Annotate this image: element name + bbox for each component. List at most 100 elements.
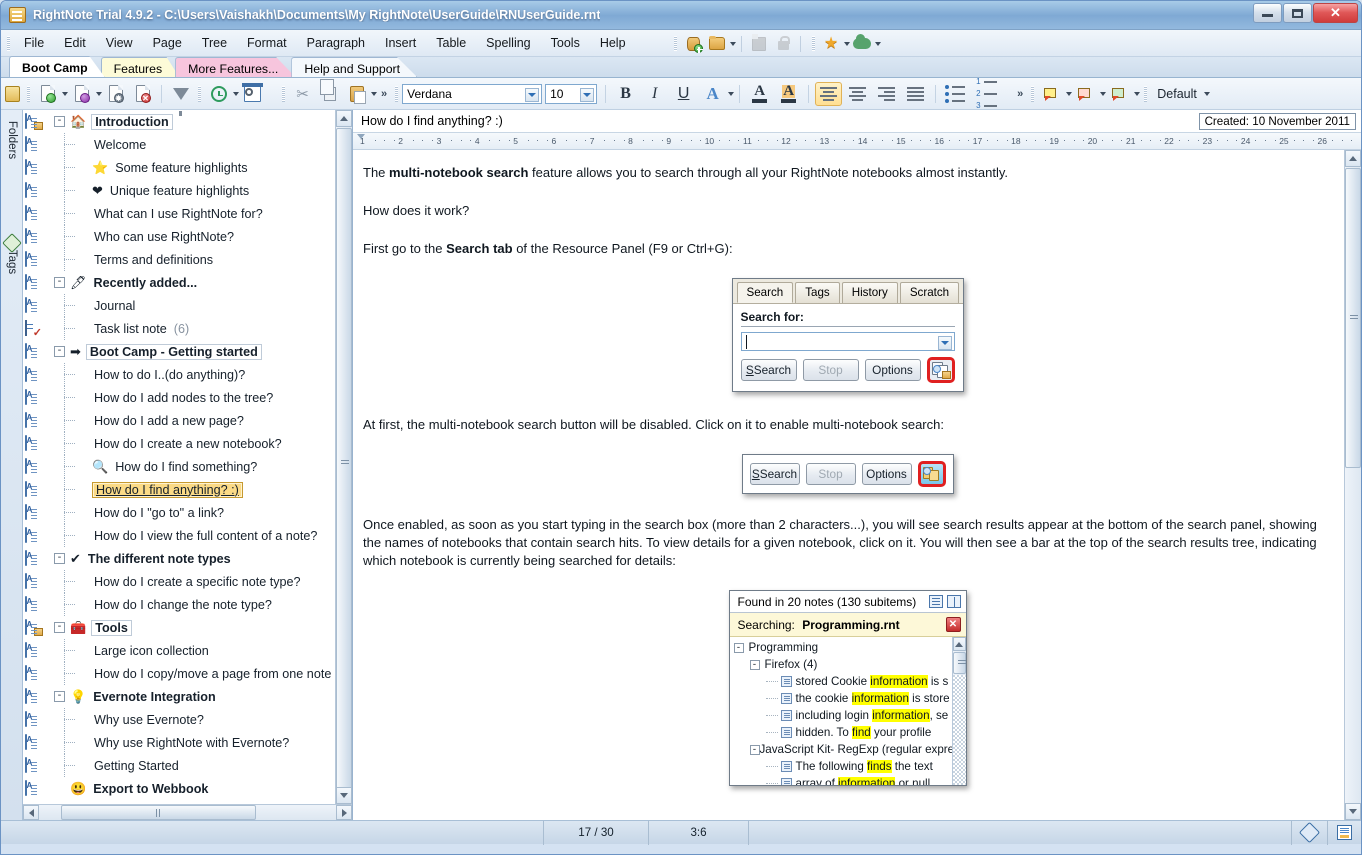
document-scroll-down-button[interactable]	[1345, 803, 1361, 820]
tree-item-6[interactable]: Terms and definitions	[23, 248, 335, 271]
underline-button[interactable]: U	[670, 82, 697, 106]
toolbar-grip-3[interactable]	[282, 85, 285, 102]
tree-item-12[interactable]: How do I add nodes to the tree?	[23, 386, 335, 409]
tree-item-25[interactable]: -💡 Evernote Integration	[23, 685, 335, 708]
search-button[interactable]: S Search	[740, 359, 797, 381]
result-row-7[interactable]: The following finds the text	[730, 758, 952, 775]
document-ruler[interactable]: 1 2 3 4 5 6 7 8 9 10 11 12 13 14 15 16 17 18 19 20 21 22 23 24 2…	[353, 133, 1361, 150]
align-justify-icon[interactable]	[902, 82, 929, 106]
open-notebook-icon[interactable]	[706, 33, 728, 54]
search-input[interactable]	[740, 332, 955, 351]
save-icon[interactable]	[748, 33, 770, 54]
new-note-icon[interactable]	[69, 82, 94, 106]
options-button[interactable]: Options	[864, 359, 921, 381]
tree-expander-icon[interactable]: -	[54, 346, 65, 357]
result-row-3[interactable]: the cookie information is store	[730, 690, 952, 707]
results-tree[interactable]: - Programming - Firefox (4) stored Cookie in…	[729, 637, 966, 785]
toolbar-grip-1[interactable]	[27, 85, 30, 102]
menu-format[interactable]: Format	[237, 32, 297, 54]
tree-item-5[interactable]: Who can use RightNote?	[23, 225, 335, 248]
side-tab-tags[interactable]: Tags	[6, 231, 18, 293]
new-note-dropdown-icon[interactable]	[96, 91, 102, 96]
menu-grip[interactable]	[7, 35, 10, 51]
close-searching-bar-icon[interactable]: ✕	[945, 617, 961, 632]
maximize-button[interactable]	[1283, 3, 1312, 23]
tree-scroll-left-button[interactable]	[23, 805, 39, 820]
new-page-icon[interactable]	[35, 82, 60, 106]
menu-view[interactable]: View	[96, 32, 143, 54]
search-history-dropdown-icon[interactable]	[937, 336, 952, 350]
tree-vertical-scrollbar[interactable]	[335, 110, 352, 804]
numbered-list-icon[interactable]: 1 2 3	[973, 77, 1002, 110]
cut-icon[interactable]: ✂	[290, 82, 315, 106]
copy-icon[interactable]	[317, 82, 342, 106]
tree-item-4[interactable]: What can I use RightNote for?	[23, 202, 335, 225]
align-center-icon[interactable]	[844, 82, 871, 106]
tree-horizontal-scrollbar[interactable]	[23, 804, 352, 820]
highlight-color-icon[interactable]: A	[775, 82, 802, 106]
page-properties-icon[interactable]: ✸	[103, 82, 128, 106]
favorites-dropdown-icon[interactable]	[844, 41, 850, 46]
highlight-green-icon[interactable]	[1107, 82, 1132, 105]
side-tab-folders[interactable]: Folders	[6, 109, 18, 171]
stop-button[interactable]: Stop	[802, 359, 859, 381]
paste-dropdown-icon[interactable]	[371, 91, 377, 96]
style-selector[interactable]: Default	[1151, 87, 1203, 101]
highlight-yellow-dropdown-icon[interactable]	[1066, 91, 1073, 96]
filter-icon[interactable]	[168, 82, 193, 116]
highlight-green-dropdown-icon[interactable]	[1134, 91, 1141, 96]
note-view-icon[interactable]	[1337, 825, 1352, 840]
history-icon[interactable]	[206, 82, 231, 106]
search-panel-tab-scratch[interactable]: Scratch	[899, 282, 960, 303]
settings-icon[interactable]	[240, 82, 265, 106]
result-row-6[interactable]: - JavaScript Kit- RegExp (regular expre	[730, 741, 952, 758]
highlight-red-icon[interactable]	[1073, 82, 1098, 105]
toolbar-overflow-icon[interactable]: »	[381, 88, 387, 100]
results-scroll-thumb[interactable]	[952, 652, 966, 674]
expand-all-icon[interactable]	[946, 595, 961, 608]
document-content[interactable]: The multi-notebook search feature allows…	[353, 150, 1344, 820]
font-name-dropdown-icon[interactable]	[525, 87, 540, 102]
minimize-button[interactable]	[1253, 3, 1282, 23]
tree-item-11[interactable]: How to do I..(do anything)?	[23, 363, 335, 386]
tree-scroll-down-button[interactable]	[336, 787, 352, 804]
tree-item-13[interactable]: How do I add a new page?	[23, 409, 335, 432]
tree-item-24[interactable]: How do I copy/move a page from one note	[23, 662, 335, 685]
tree-item-20[interactable]: How do I create a specific note type?	[23, 570, 335, 593]
result-row-0[interactable]: - Programming	[730, 639, 952, 656]
menu-spelling[interactable]: Spelling	[476, 32, 540, 54]
tree-expander-icon[interactable]: -	[54, 116, 65, 127]
results-scrollbar[interactable]	[951, 637, 966, 785]
delete-page-icon[interactable]: ✕	[130, 82, 155, 106]
note-title[interactable]: How do I find anything? :)	[361, 114, 503, 128]
menu-tools[interactable]: Tools	[541, 32, 590, 54]
menu-help[interactable]: Help	[590, 32, 636, 54]
new-page-dropdown-icon[interactable]	[62, 91, 68, 96]
tree-hscroll-thumb[interactable]	[61, 805, 256, 820]
note-tree[interactable]: -🏠IntroductionWelcome⭐Some feature highl…	[23, 110, 335, 804]
cloud-sync-icon[interactable]	[851, 33, 873, 54]
font-color-icon[interactable]: A	[746, 82, 773, 106]
toolbar-grip-4[interactable]	[395, 85, 399, 102]
menu-file[interactable]: File	[14, 32, 54, 54]
tree-expander-icon[interactable]: -	[54, 277, 65, 288]
tree-item-7[interactable]: -🖊 Recently added...	[23, 271, 335, 294]
paste-icon[interactable]	[344, 82, 369, 106]
font-effects-icon[interactable]: A	[699, 82, 726, 106]
result-row-2[interactable]: stored Cookie information is s	[730, 673, 952, 690]
font-size-input[interactable]: 10	[545, 83, 598, 104]
ruler-indent-marker[interactable]	[357, 134, 365, 139]
tree-item-2[interactable]: ⭐ Some feature highlights	[23, 156, 335, 179]
menu-table[interactable]: Table	[426, 32, 476, 54]
tree-scroll-up-button[interactable]	[336, 110, 352, 127]
tree-item-0[interactable]: -🏠Introduction	[23, 110, 335, 133]
highlight-yellow-icon[interactable]	[1039, 82, 1064, 105]
tree-item-17[interactable]: How do I "go to" a link?	[23, 501, 335, 524]
result-row-1[interactable]: - Firefox (4)	[730, 656, 952, 673]
tree-item-15[interactable]: 🔍 How do I find something?	[23, 455, 335, 478]
format-overflow-icon[interactable]: »	[1017, 88, 1023, 100]
tree-expander-icon[interactable]: -	[54, 553, 65, 564]
document-scroll-thumb[interactable]	[1345, 168, 1361, 468]
tree-item-27[interactable]: Why use RightNote with Evernote?	[23, 731, 335, 754]
options-button-enabled[interactable]: Options	[861, 463, 912, 485]
